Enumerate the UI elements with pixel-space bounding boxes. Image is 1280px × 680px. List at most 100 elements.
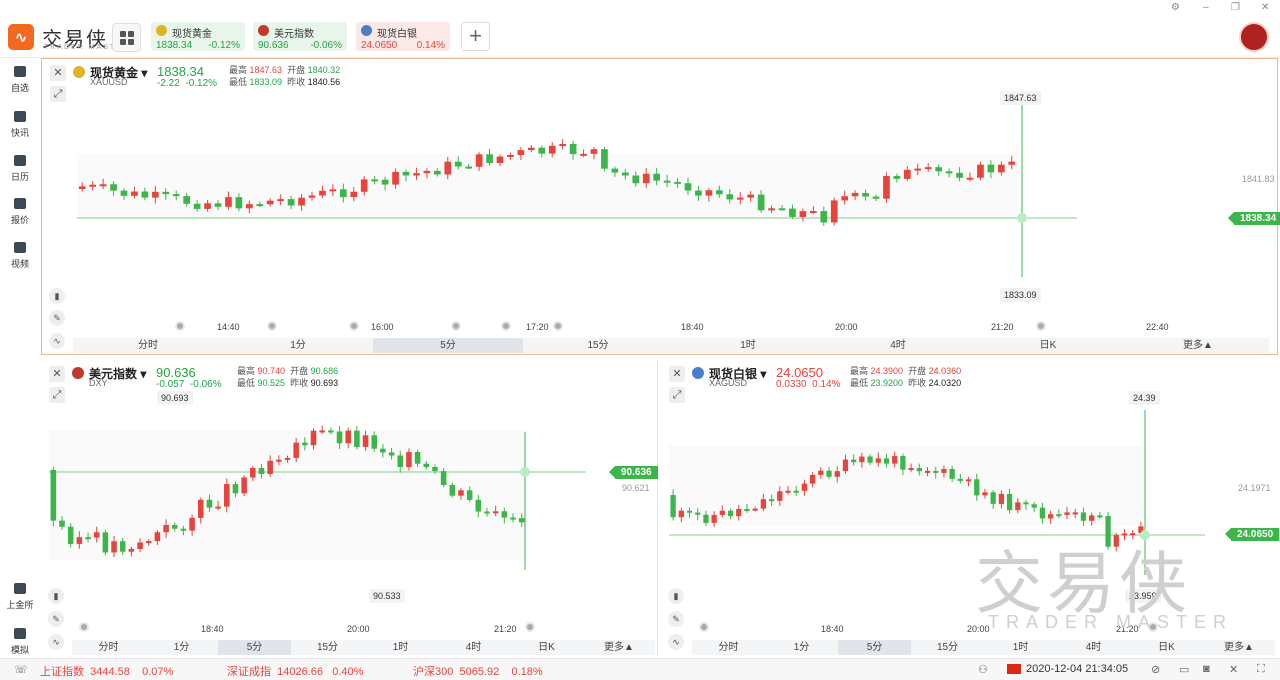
event-marker[interactable] xyxy=(349,321,359,331)
user-avatar[interactable] xyxy=(1239,22,1269,52)
close-panel-icon[interactable]: ✕ xyxy=(669,366,685,382)
index-szse[interactable]: 深证成指 14026.66 0.40% xyxy=(227,663,363,679)
tab-dxy-change: -0.06% xyxy=(310,40,342,51)
index-csi300[interactable]: 沪深300 5065.92 0.18% xyxy=(413,663,543,679)
candle-body xyxy=(354,430,360,447)
tf-4h[interactable]: 4时 xyxy=(437,640,510,655)
tf-15m[interactable]: 15分 xyxy=(291,640,364,655)
screen-icon[interactable]: ▭ xyxy=(1179,663,1189,676)
draw-tool-icon[interactable]: ✎ xyxy=(668,611,684,627)
low-label: 最低 xyxy=(850,378,869,388)
candle-body xyxy=(119,541,126,552)
event-marker[interactable] xyxy=(699,622,709,632)
event-marker[interactable] xyxy=(451,321,461,331)
chart-type-icon[interactable]: ▮ xyxy=(48,588,64,604)
close-icon[interactable]: ✕ xyxy=(1261,2,1269,13)
tf-1d[interactable]: 日K xyxy=(973,338,1123,353)
change-value: 0.0330 xyxy=(776,379,807,390)
mute-icon[interactable]: ✕ xyxy=(1229,663,1238,676)
restore-icon[interactable]: ❐ xyxy=(1231,2,1240,13)
tf-5m[interactable]: 5分 xyxy=(373,338,523,353)
close-panel-icon[interactable]: ✕ xyxy=(49,366,65,382)
minimize-icon[interactable]: – xyxy=(1203,2,1209,13)
candle-body xyxy=(527,147,535,151)
close-panel-icon[interactable]: ✕ xyxy=(50,65,66,81)
sidebar-item-label: 自选 xyxy=(10,83,29,93)
indicator-icon[interactable]: ∿ xyxy=(49,333,65,349)
candle-body xyxy=(757,194,765,211)
tf-1m[interactable]: 1分 xyxy=(765,640,838,655)
tf-1h[interactable]: 1时 xyxy=(364,640,437,655)
sidebar-item-sge[interactable]: 上金所 xyxy=(0,583,40,611)
expand-icon[interactable]: ⤢ xyxy=(669,387,685,403)
tf-1m[interactable]: 1分 xyxy=(145,640,218,655)
sidebar-item-news[interactable]: 快讯 xyxy=(0,111,40,139)
event-marker[interactable] xyxy=(553,321,563,331)
tf-tick[interactable]: 分时 xyxy=(73,338,223,353)
tf-5m[interactable]: 5分 xyxy=(218,640,291,655)
candlestick-chart-gold[interactable] xyxy=(42,59,1279,356)
event-marker[interactable] xyxy=(175,321,185,331)
tf-tick[interactable]: 分时 xyxy=(692,640,765,655)
chart-type-icon[interactable]: ▮ xyxy=(49,288,65,304)
tf-1d[interactable]: 日K xyxy=(510,640,583,655)
candlestick-chart-dxy[interactable] xyxy=(41,360,658,656)
chart-type-icon[interactable]: ▮ xyxy=(668,588,684,604)
settings-icon[interactable]: ⚙ xyxy=(1171,2,1180,13)
tf-15m[interactable]: 15分 xyxy=(523,338,673,353)
sidebar-item-quotes[interactable]: 报价 xyxy=(0,198,40,226)
add-tab-button[interactable]: + xyxy=(461,22,490,51)
tab-dxy[interactable]: 美元指数 90.636 -0.06% xyxy=(253,22,347,51)
no-notify-icon[interactable]: ⊘ xyxy=(1151,663,1160,676)
tab-silver-price: 24.0650 xyxy=(361,40,398,51)
expand-icon[interactable]: ⤢ xyxy=(50,86,66,102)
sidebar-item-calendar[interactable]: 日历 xyxy=(0,155,40,183)
draw-tool-icon[interactable]: ✎ xyxy=(49,310,65,326)
tf-1m[interactable]: 1分 xyxy=(223,338,373,353)
index-sse[interactable]: 上证指数 3444.58 0.07% xyxy=(40,663,173,679)
headset-icon[interactable]: ☏ xyxy=(14,663,28,676)
sidebar-item-video[interactable]: 视频 xyxy=(0,242,40,270)
indicator-icon[interactable]: ∿ xyxy=(48,634,64,650)
tf-1d[interactable]: 日K xyxy=(1130,640,1203,655)
tf-1h[interactable]: 1时 xyxy=(984,640,1057,655)
tab-gold[interactable]: 现货黄金 1838.34 -0.12% xyxy=(151,22,245,51)
tf-tick[interactable]: 分时 xyxy=(72,640,145,655)
sidebar-item-watchlist[interactable]: 自选 xyxy=(0,66,40,94)
camera-icon[interactable]: ◙ xyxy=(1203,663,1210,675)
tf-4h[interactable]: 4时 xyxy=(1057,640,1130,655)
indicator-icon[interactable]: ∿ xyxy=(668,634,684,650)
candle-body xyxy=(250,467,256,478)
candle-body xyxy=(789,208,796,217)
fullscreen-icon[interactable]: ⛶ xyxy=(1257,663,1265,676)
tf-1h[interactable]: 1时 xyxy=(673,338,823,353)
tf-5m[interactable]: 5分 xyxy=(838,640,911,655)
us-flag-icon xyxy=(72,367,84,379)
candle-body xyxy=(413,173,420,176)
candle-body xyxy=(851,459,857,463)
event-marker[interactable] xyxy=(1036,321,1046,331)
tf-more[interactable]: 更多▲ xyxy=(1203,640,1275,655)
tf-more[interactable]: 更多▲ xyxy=(583,640,655,655)
sidebar-item-simulate[interactable]: 模拟 xyxy=(0,628,40,656)
time-label: 16:00 xyxy=(371,322,394,332)
expand-icon[interactable]: ⤢ xyxy=(49,387,65,403)
candle-body xyxy=(245,204,253,209)
event-marker[interactable] xyxy=(525,622,535,632)
event-marker[interactable] xyxy=(267,321,277,331)
tf-15m[interactable]: 15分 xyxy=(911,640,984,655)
draw-tool-icon[interactable]: ✎ xyxy=(48,611,64,627)
current-price-tag: 24.0650 xyxy=(1224,528,1280,541)
candle-body xyxy=(1089,515,1095,521)
candle-body xyxy=(89,184,97,187)
candle-body xyxy=(678,510,684,518)
tab-silver[interactable]: 现货白银 24.0650 0.14% xyxy=(356,22,450,51)
tf-more[interactable]: 更多▲ xyxy=(1123,338,1273,353)
network-icon[interactable]: ⚇ xyxy=(978,663,988,676)
layout-grid-button[interactable] xyxy=(112,23,141,52)
event-marker[interactable] xyxy=(79,622,89,632)
candle-body xyxy=(183,196,191,204)
candle-body xyxy=(875,458,881,463)
tf-4h[interactable]: 4时 xyxy=(823,338,973,353)
event-marker[interactable] xyxy=(501,321,511,331)
